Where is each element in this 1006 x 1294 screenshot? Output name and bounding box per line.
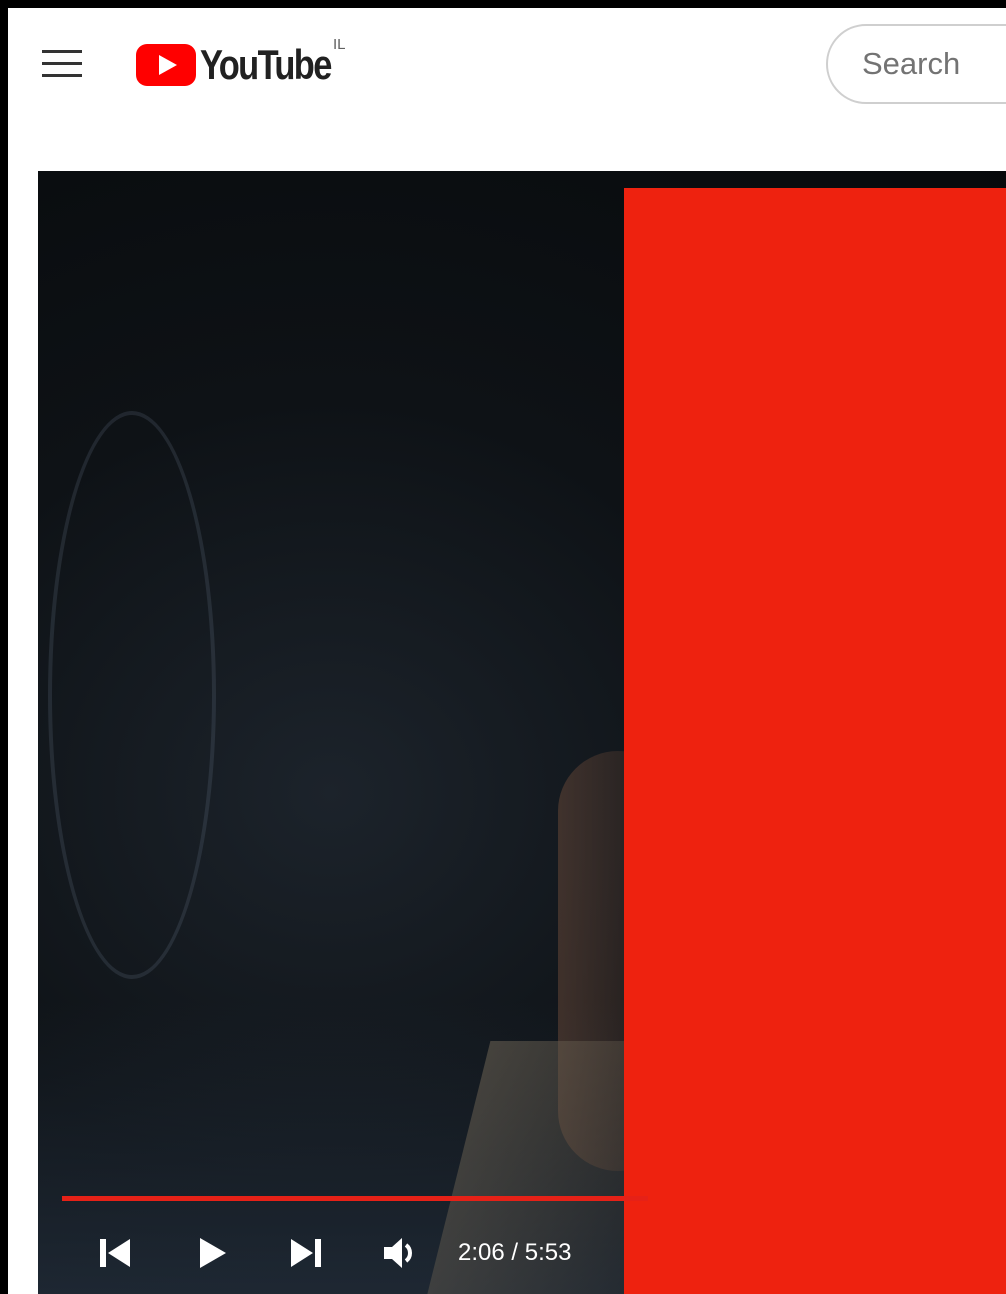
play-icon (200, 1238, 226, 1268)
hamburger-icon-bar (42, 62, 82, 65)
player-controls: 2:06 / 5:53 (38, 1223, 624, 1283)
skip-previous-icon (100, 1239, 130, 1267)
video-frame-detail (48, 411, 216, 979)
guide-menu-button[interactable] (42, 44, 82, 84)
hamburger-icon (42, 50, 82, 53)
progress-bar[interactable] (62, 1196, 648, 1201)
logo-wordmark: YouTube (200, 41, 332, 88)
time-display: 2:06 / 5:53 (458, 1239, 572, 1266)
masthead: YouTube IL (8, 8, 1006, 128)
skip-next-icon (291, 1239, 321, 1267)
search-input[interactable] (826, 24, 1006, 104)
browser-viewport: YouTube IL Search 2:06 / 5:53 (0, 0, 1006, 1294)
play-button[interactable] (188, 1223, 238, 1283)
youtube-logo[interactable]: YouTube (136, 40, 359, 90)
next-button[interactable] (278, 1223, 334, 1283)
video-player[interactable]: 2:06 / 5:53 (38, 171, 1006, 1294)
youtube-play-icon (136, 44, 196, 86)
volume-icon (384, 1238, 412, 1268)
red-overlay-block (624, 188, 1006, 1294)
volume-button[interactable] (374, 1223, 430, 1283)
previous-button[interactable] (90, 1223, 140, 1283)
hamburger-icon-bar (42, 74, 82, 77)
country-code: IL (333, 36, 346, 53)
